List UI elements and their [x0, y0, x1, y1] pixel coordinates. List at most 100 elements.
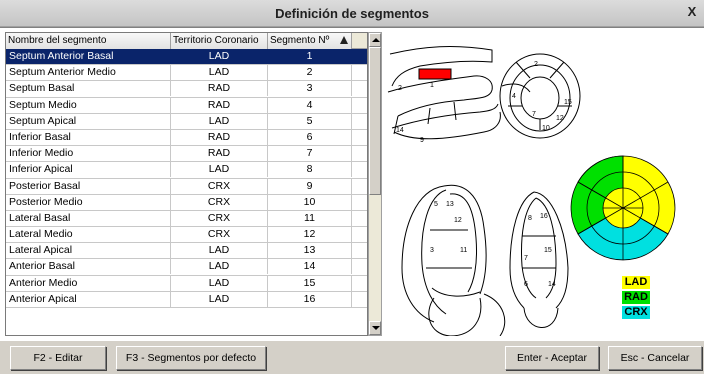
- segment-number-cell: 5: [268, 113, 352, 129]
- segment-number-cell: 2: [268, 65, 352, 81]
- segment-number-cell: 15: [268, 275, 352, 291]
- segment-name-cell: Posterior Basal: [6, 178, 171, 194]
- territory-cell: RAD: [171, 146, 268, 162]
- cancel-button[interactable]: Esc - Cancelar: [608, 346, 702, 370]
- table-row[interactable]: Posterior Medio CRX 10: [6, 194, 367, 211]
- legend-lad: LAD: [622, 276, 650, 289]
- two-chamber-label-7: 7: [524, 255, 528, 262]
- table-row[interactable]: Septum Medio RAD 4: [6, 97, 367, 114]
- column-header-territory[interactable]: Territorio Coronario: [171, 33, 268, 49]
- table-row[interactable]: Anterior Medio LAD 15: [6, 275, 367, 292]
- two-chamber-label-14: 14: [548, 281, 556, 288]
- segment-name-cell: Lateral Medio: [6, 227, 171, 243]
- segment-name-cell: Posterior Medio: [6, 194, 171, 210]
- territory-cell: LAD: [171, 49, 268, 64]
- segment-number-cell: 13: [268, 243, 352, 259]
- territory-cell: LAD: [171, 259, 268, 275]
- segment-name-cell: Inferior Medio: [6, 146, 171, 162]
- short-axis-label-2: 2: [534, 61, 538, 68]
- scroll-down-button[interactable]: [369, 321, 381, 335]
- column-header-segment[interactable]: Segmento Nº: [268, 33, 352, 49]
- legend-crx: CRX: [622, 306, 650, 319]
- segment-number-cell: 11: [268, 210, 352, 226]
- two-chamber-view: [509, 191, 569, 328]
- segment-number-cell: 3: [268, 81, 352, 97]
- territory-cell: CRX: [171, 210, 268, 226]
- coronary-territory-legend: LAD RAD CRX: [622, 276, 650, 321]
- column-header-segment-label: Segmento Nº: [270, 35, 330, 46]
- segment-number-cell: 12: [268, 227, 352, 243]
- close-icon[interactable]: X: [684, 4, 700, 20]
- four-chamber-label-12: 12: [454, 217, 462, 224]
- two-chamber-label-8: 8: [528, 215, 532, 222]
- territory-cell: RAD: [171, 81, 268, 97]
- table-row[interactable]: Lateral Basal CRX 11: [6, 210, 367, 228]
- table-row[interactable]: Anterior Apical LAD 16: [6, 291, 367, 308]
- table-row[interactable]: Septum Anterior Medio LAD 2: [6, 65, 367, 82]
- four-chamber-label-5: 5: [434, 201, 438, 208]
- territory-cell: LAD: [171, 291, 268, 307]
- segment-number-cell: 6: [268, 129, 352, 145]
- territory-cell: RAD: [171, 97, 268, 113]
- table-header: Nombre del segmento Territorio Coronario…: [6, 33, 367, 49]
- default-segments-button[interactable]: F3 - Segmentos por defecto: [116, 346, 266, 370]
- short-axis-label-7: 7: [532, 111, 536, 118]
- edit-button[interactable]: F2 - Editar: [10, 346, 106, 370]
- segments-table: Nombre del segmento Territorio Coronario…: [5, 32, 368, 336]
- legend-rad: RAD: [622, 291, 650, 304]
- segment-name-cell: Septum Anterior Medio: [6, 65, 171, 81]
- segment-number-cell: 10: [268, 194, 352, 210]
- segment-number-cell: 7: [268, 146, 352, 162]
- segment-number-cell: 4: [268, 97, 352, 113]
- table-row[interactable]: Posterior Basal CRX 9: [6, 178, 367, 195]
- territory-cell: CRX: [171, 178, 268, 194]
- long-axis-view: [387, 46, 501, 140]
- segment-name-cell: Septum Medio: [6, 97, 171, 113]
- segment-name-cell: Anterior Basal: [6, 259, 171, 275]
- segment-number-cell: 8: [268, 162, 352, 178]
- segment-name-cell: Anterior Apical: [6, 291, 171, 307]
- table-body: Septum Anterior Basal LAD 1 Septum Anterior…: [6, 49, 367, 308]
- four-chamber-label-13: 13: [446, 201, 454, 208]
- territory-cell: LAD: [171, 275, 268, 291]
- scroll-up-button[interactable]: [369, 33, 381, 47]
- segment-name-cell: Septum Basal: [6, 81, 171, 97]
- segment-name-cell: Septum Anterior Basal: [6, 49, 171, 64]
- territory-cell: LAD: [171, 162, 268, 178]
- window-title: Definición de segmentos: [275, 6, 429, 21]
- table-row[interactable]: Septum Apical LAD 5: [6, 113, 367, 130]
- vertical-scrollbar[interactable]: [368, 32, 382, 336]
- highlighted-segment-1: [418, 68, 452, 80]
- table-row[interactable]: Lateral Apical LAD 13: [6, 243, 367, 260]
- scroll-thumb[interactable]: [369, 47, 381, 195]
- bullseye-plot: [570, 155, 676, 261]
- arrow-down-icon: [372, 326, 380, 330]
- table-row[interactable]: Lateral Medio CRX 12: [6, 227, 367, 244]
- segment-number-cell: 14: [268, 259, 352, 275]
- button-bar: F2 - Editar F3 - Segmentos por defecto E…: [0, 340, 704, 374]
- segment-name-cell: Septum Apical: [6, 113, 171, 129]
- table-row[interactable]: Septum Anterior Basal LAD 1: [6, 49, 367, 66]
- territory-cell: LAD: [171, 243, 268, 259]
- two-chamber-label-6: 6: [524, 281, 528, 288]
- territory-cell: LAD: [171, 65, 268, 81]
- dialog-body: Nombre del segmento Territorio Coronario…: [0, 27, 704, 340]
- heart-segment-diagram: 1 2 14 9 2 4 7 10 12 15 5 3 11 12 13 8 7…: [387, 46, 676, 336]
- four-chamber-label-11: 11: [460, 247, 467, 254]
- segment-number-cell: 1: [268, 49, 352, 64]
- arrow-up-icon: [372, 38, 380, 42]
- four-chamber-label-3: 3: [430, 247, 434, 254]
- territory-cell: LAD: [171, 113, 268, 129]
- territory-cell: RAD: [171, 129, 268, 145]
- column-header-name[interactable]: Nombre del segmento: [6, 33, 171, 49]
- accept-button[interactable]: Enter - Aceptar: [505, 346, 599, 370]
- two-chamber-label-15: 15: [544, 247, 552, 254]
- table-row[interactable]: Inferior Medio RAD 7: [6, 146, 367, 163]
- segment-name-cell: Lateral Basal: [6, 210, 171, 226]
- table-row[interactable]: Inferior Basal RAD 6: [6, 129, 367, 147]
- short-axis-label-4: 4: [512, 93, 516, 100]
- long-axis-label-14: 14: [396, 127, 404, 134]
- table-row[interactable]: Septum Basal RAD 3: [6, 81, 367, 98]
- table-row[interactable]: Anterior Basal LAD 14: [6, 259, 367, 276]
- table-row[interactable]: Inferior Apical LAD 8: [6, 162, 367, 179]
